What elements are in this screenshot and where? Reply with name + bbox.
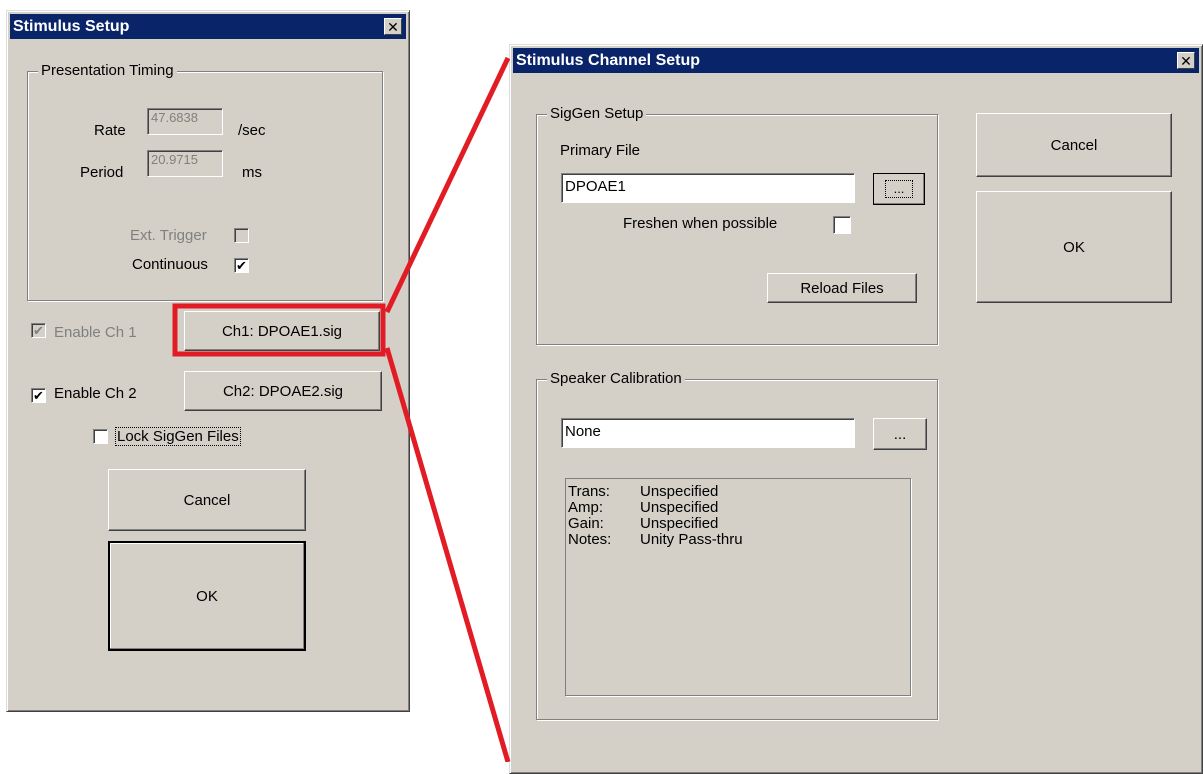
info-value: Unspecified: [640, 515, 719, 532]
ext-trigger-checkbox: [234, 228, 249, 243]
group-label: SigGen Setup: [547, 105, 647, 123]
cancel-button-label: Cancel: [1050, 136, 1098, 154]
primary-file-input[interactable]: DPOAE1: [561, 173, 855, 203]
rate-unit: /sec: [238, 122, 266, 139]
ch2-button-label: Ch2: DPOAE2.sig: [222, 382, 344, 400]
title-bar: Stimulus Channel Setup ✕: [513, 48, 1199, 73]
ch1-setup-button[interactable]: Ch1: DPOAE1.sig: [184, 311, 380, 351]
lock-siggen-checkbox[interactable]: [93, 429, 108, 444]
close-icon: ✕: [1180, 53, 1192, 69]
period-unit: ms: [242, 164, 262, 181]
info-key: Gain:: [568, 515, 604, 532]
enable-ch2-checkbox[interactable]: ✔: [31, 388, 46, 403]
stimulus-setup-dialog: Stimulus Setup ✕ Presentation Timing Rat…: [6, 10, 410, 712]
group-label: Presentation Timing: [38, 62, 177, 80]
ch1-button-label: Ch1: DPOAE1.sig: [221, 322, 343, 340]
ext-trigger-label: Ext. Trigger: [130, 227, 207, 244]
info-key: Trans:: [568, 483, 610, 500]
rate-field: 47.6838: [147, 108, 223, 135]
cancel-button-label: Cancel: [183, 491, 231, 509]
close-button[interactable]: ✕: [384, 18, 402, 35]
enable-ch1-label: Enable Ch 1: [54, 324, 137, 341]
ok-button-label: OK: [196, 587, 218, 605]
ch2-setup-button[interactable]: Ch2: DPOAE2.sig: [184, 371, 382, 411]
continuous-label: Continuous: [132, 256, 208, 273]
info-value: Unity Pass-thru: [640, 531, 743, 548]
dialog-title: Stimulus Setup: [13, 18, 130, 35]
ok-button-label: OK: [1063, 238, 1085, 256]
dialog-title: Stimulus Channel Setup: [516, 52, 701, 69]
speaker-calibration-group: Speaker Calibration None ... Trans: Unsp…: [536, 370, 938, 720]
info-row: Trans: Unspecified: [568, 484, 910, 500]
ok-button[interactable]: OK: [976, 191, 1172, 303]
cancel-button[interactable]: Cancel: [108, 469, 306, 531]
siggen-setup-group: SigGen Setup Primary File DPOAE1 ... Fre…: [536, 105, 938, 345]
info-value: Unspecified: [640, 483, 719, 500]
primary-file-label: Primary File: [560, 142, 641, 159]
continuous-checkbox[interactable]: ✔: [234, 258, 249, 273]
enable-ch2-label: Enable Ch 2: [54, 385, 137, 402]
info-key: Notes:: [568, 531, 612, 548]
info-key: Amp:: [568, 499, 604, 516]
calibration-file-input[interactable]: None: [561, 418, 855, 448]
freshen-checkbox[interactable]: [833, 216, 851, 234]
ok-button[interactable]: OK: [108, 541, 306, 651]
browse-button-label: ...: [893, 425, 907, 443]
stimulus-channel-setup-dialog: Stimulus Channel Setup ✕ SigGen Setup Pr…: [509, 44, 1203, 774]
close-icon: ✕: [387, 19, 399, 35]
close-button[interactable]: ✕: [1177, 52, 1195, 69]
info-row: Notes: Unity Pass-thru: [568, 532, 910, 548]
rate-label: Rate: [94, 122, 126, 139]
group-label: Speaker Calibration: [547, 370, 685, 388]
cancel-button[interactable]: Cancel: [976, 113, 1172, 177]
info-value: Unspecified: [640, 499, 719, 516]
period-field: 20.9715: [147, 150, 223, 177]
calibration-browse-button[interactable]: ...: [873, 418, 927, 450]
browse-button-label: ...: [884, 180, 914, 198]
enable-ch1-checkbox: ✔: [31, 323, 46, 338]
lock-siggen-label[interactable]: Lock SigGen Files: [115, 427, 241, 446]
title-bar: Stimulus Setup ✕: [10, 14, 406, 39]
calibration-info-box: Trans: Unspecified Amp: Unspecified Gain…: [565, 478, 911, 696]
primary-file-browse-button[interactable]: ...: [873, 173, 925, 205]
info-row: Gain: Unspecified: [568, 516, 910, 532]
period-label: Period: [80, 164, 124, 181]
reload-files-button[interactable]: Reload Files: [767, 273, 917, 303]
info-row: Amp: Unspecified: [568, 500, 910, 516]
reload-files-label: Reload Files: [800, 279, 884, 297]
presentation-timing-group: Presentation Timing Rate 47.6838 /sec Pe…: [27, 62, 383, 301]
freshen-label: Freshen when possible: [623, 215, 778, 232]
